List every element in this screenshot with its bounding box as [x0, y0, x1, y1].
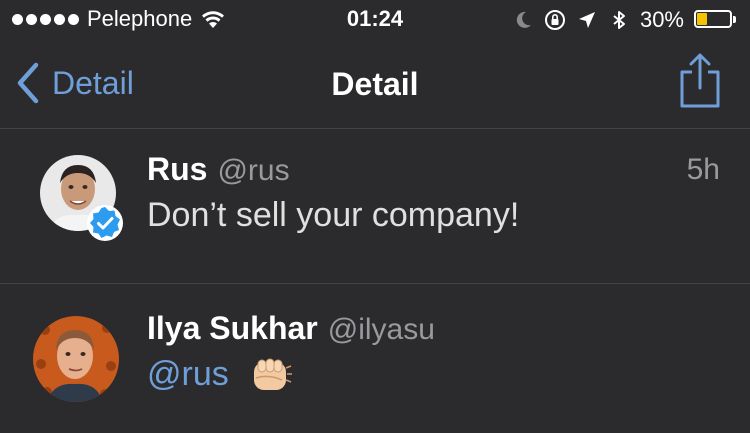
- mention-link[interactable]: @rus: [147, 355, 229, 393]
- share-icon[interactable]: [678, 52, 722, 110]
- orientation-lock-icon: [544, 10, 565, 30]
- tweet-timestamp: 5h: [686, 153, 720, 186]
- page-title: Detail: [331, 66, 419, 102]
- status-bar-right: 30%: [512, 7, 738, 33]
- bluetooth-icon: [613, 11, 625, 29]
- verified-badge-icon: [87, 205, 123, 241]
- author-handle[interactable]: @ilyasu: [328, 313, 435, 347]
- author-name[interactable]: Ilya Sukhar: [147, 310, 318, 347]
- author-name[interactable]: Rus: [147, 151, 207, 188]
- navigation-bar: Detail Detail: [0, 40, 750, 129]
- avatar[interactable]: [33, 316, 119, 402]
- tweet-header: Rus @rus: [147, 151, 720, 188]
- moon-icon: [516, 11, 531, 28]
- fist-bump-emoji-icon: [254, 358, 293, 391]
- tweet-text: Don’t sell your company!: [147, 196, 520, 234]
- tweet-item[interactable]: Rus @rus 5h Don’t sell your company!: [0, 129, 750, 284]
- battery-icon: [694, 10, 738, 30]
- tweet-content: Rus @rus 5h Don’t sell your company!: [147, 151, 720, 235]
- author-handle[interactable]: @rus: [217, 154, 289, 188]
- battery-percent: 30%: [639, 7, 684, 32]
- tweet-item[interactable]: Ilya Sukhar @ilyasu @rus: [0, 284, 750, 433]
- tweet-text: @rus: [147, 355, 720, 396]
- tweet-header: Ilya Sukhar @ilyasu: [147, 310, 720, 347]
- location-arrow-icon: [578, 12, 595, 28]
- tweet-content: Ilya Sukhar @ilyasu @rus: [147, 310, 720, 396]
- status-bar: Pelephone 01:24 30%: [0, 0, 750, 40]
